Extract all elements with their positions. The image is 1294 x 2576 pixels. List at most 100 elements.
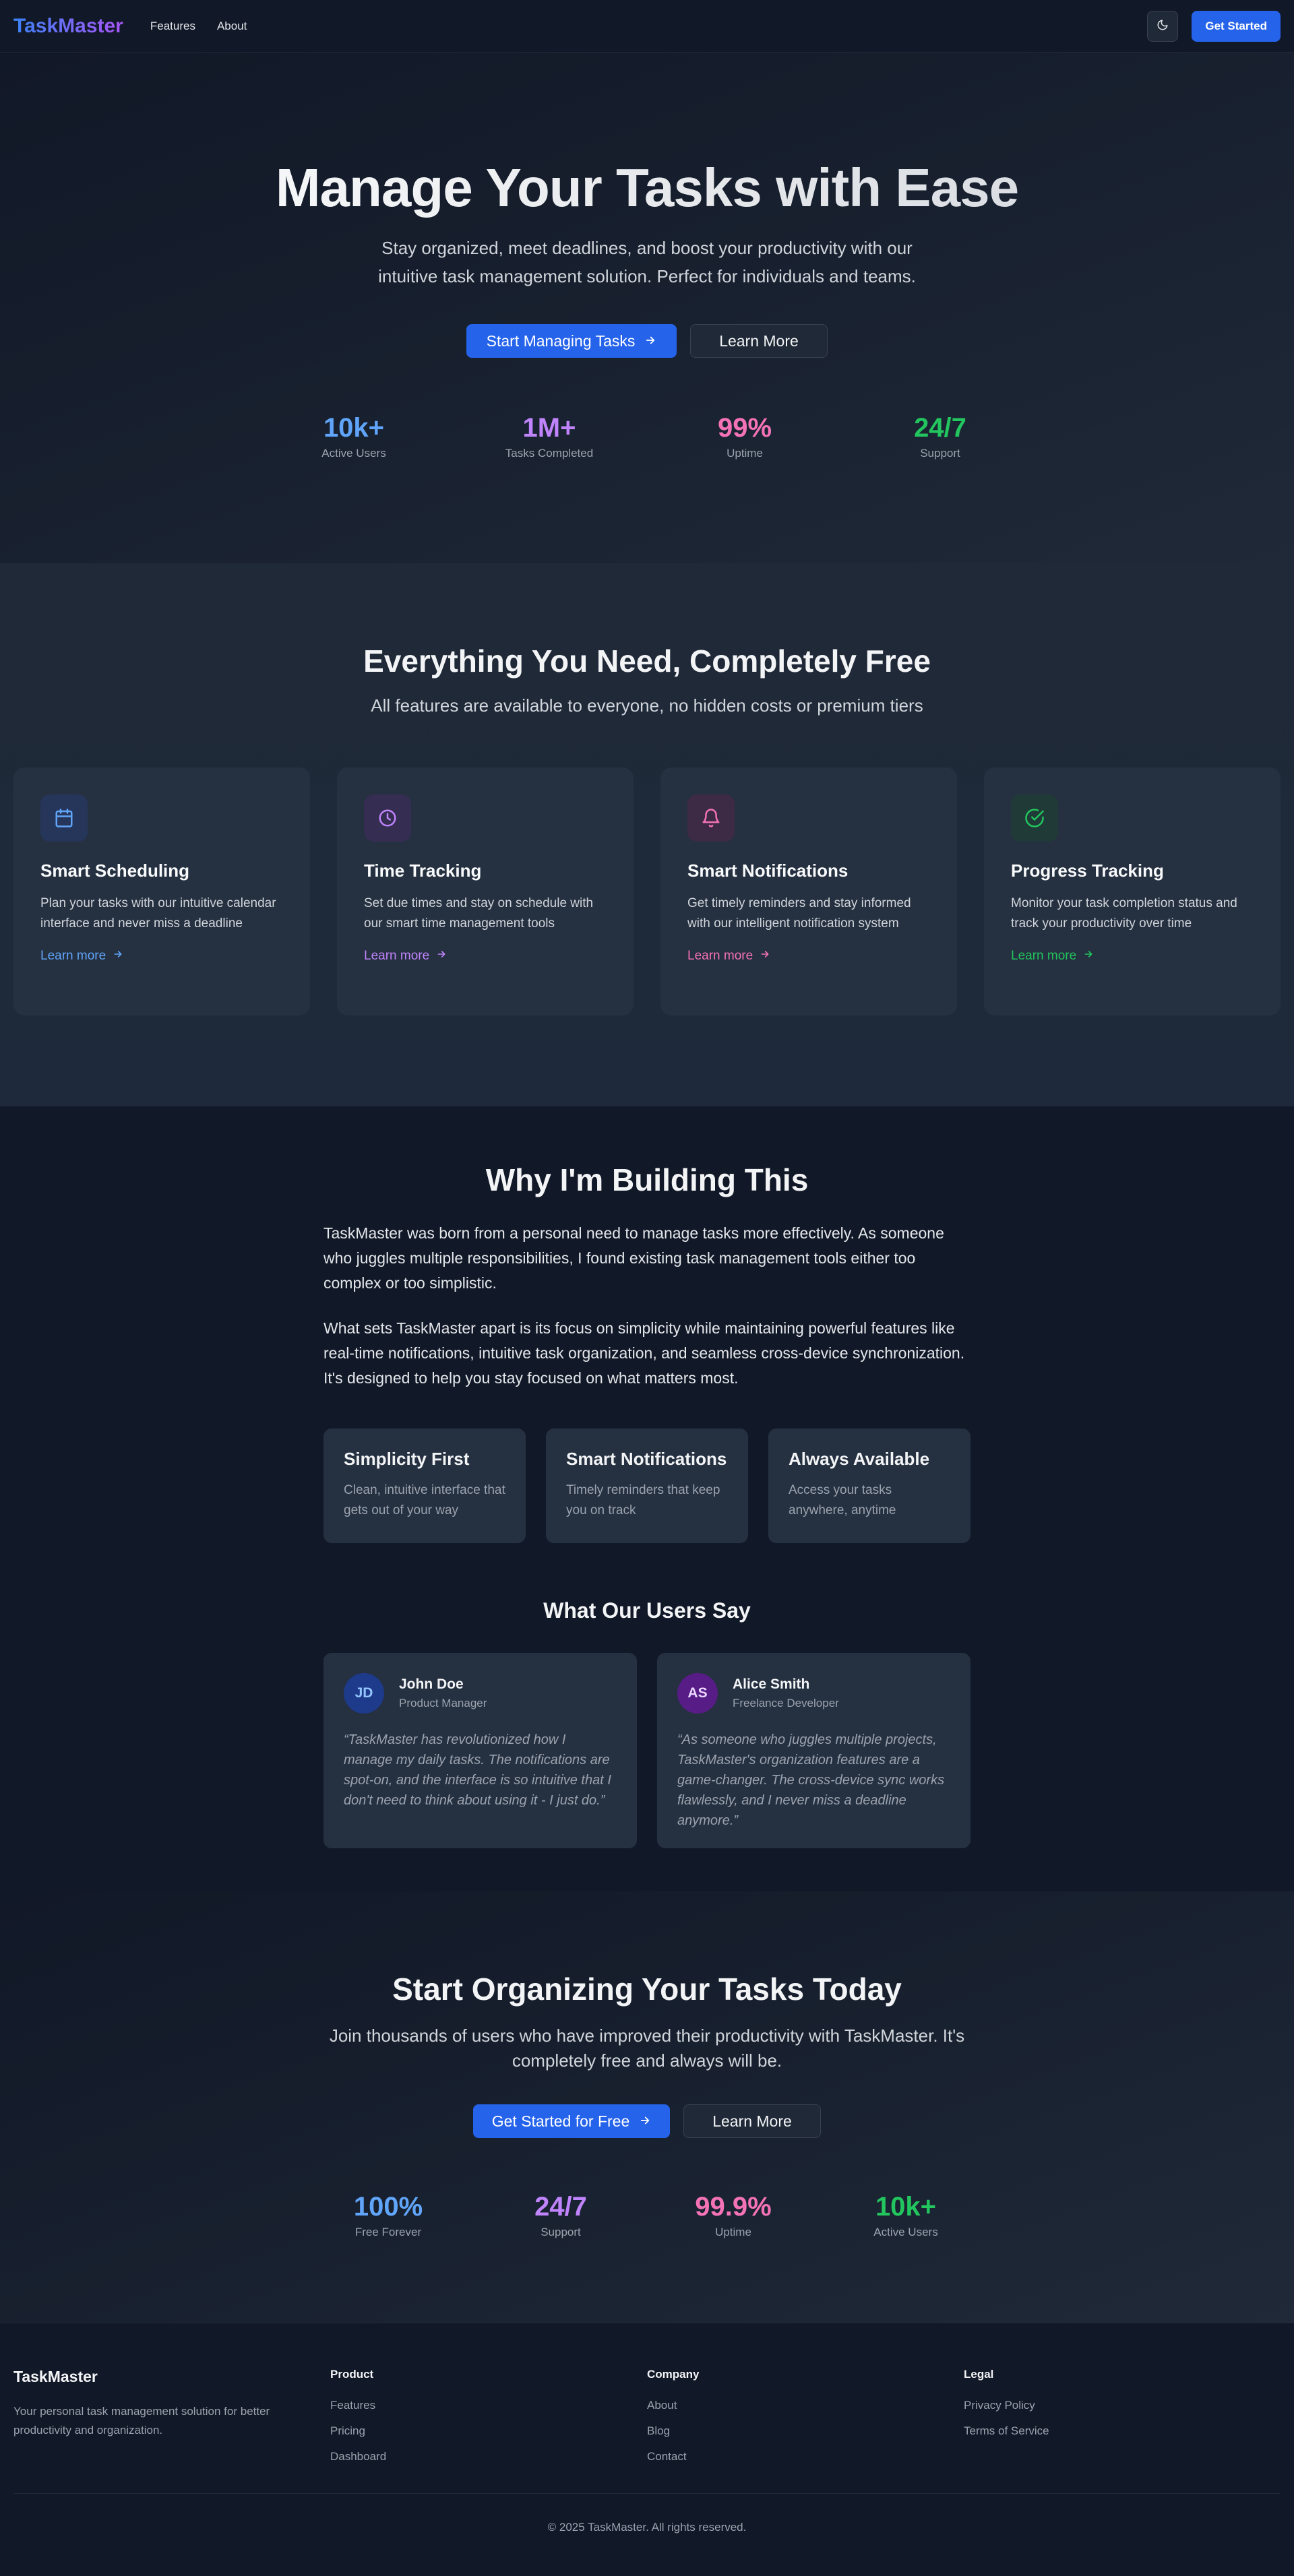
- stat-label: Active Users: [873, 2226, 938, 2238]
- cta-buttons: Get Started for Free Learn More: [0, 2104, 1294, 2138]
- author-name: Alice Smith: [733, 1676, 810, 1692]
- check-circle-icon: [1011, 794, 1058, 842]
- stat-support: 24/7 Support: [474, 2192, 647, 2239]
- about-paragraph: TaskMaster was born from a personal need…: [324, 1224, 944, 1292]
- footer-link-about[interactable]: About: [647, 2399, 964, 2412]
- stat-active-users: 10k+ Active Users: [820, 2192, 992, 2239]
- testimonials-title: What Our Users Say: [543, 1598, 751, 1623]
- stat-value: 100%: [353, 2192, 423, 2222]
- footer-brand: TaskMaster: [13, 2368, 98, 2385]
- stat-uptime: 99.9% Uptime: [647, 2192, 820, 2239]
- feature-title: Smart Notifications: [687, 860, 849, 881]
- nav-link-about[interactable]: About: [217, 20, 247, 33]
- pillar-cards: Simplicity First Clean, intuitive interf…: [324, 1428, 970, 1543]
- testimonial-quote: “As someone who juggles multiple project…: [677, 1732, 945, 1828]
- about-section: Why I'm Building This TaskMaster was bor…: [0, 1106, 1294, 1891]
- footer-divider: [13, 2493, 1281, 2494]
- footer-link-blog[interactable]: Blog: [647, 2424, 964, 2438]
- feature-text: Get timely reminders and stay informed w…: [687, 896, 911, 931]
- stat-tasks-completed: 1M+ Tasks Completed: [452, 413, 647, 460]
- stat-value: 10k+: [875, 2192, 937, 2222]
- stat-label: Active Users: [321, 447, 386, 460]
- cta-stats: 100% Free Forever 24/7 Support 99.9% Upt…: [0, 2192, 1294, 2239]
- feature-cards: Smart Scheduling Plan your tasks with ou…: [0, 767, 1294, 1015]
- hero-stats: 10k+ Active Users 1M+ Tasks Completed 99…: [0, 413, 1294, 460]
- learn-more-label: Learn more: [687, 949, 753, 963]
- footer-link-contact[interactable]: Contact: [647, 2450, 964, 2463]
- pillar-card: Smart Notifications Timely reminders tha…: [546, 1428, 748, 1543]
- stat-value: 24/7: [914, 413, 966, 443]
- cta-title: Start Organizing Your Tasks Today: [392, 1972, 902, 2007]
- learn-more-label: Learn more: [40, 949, 106, 963]
- clock-icon: [364, 794, 411, 842]
- footer-link-terms-of-service[interactable]: Terms of Service: [964, 2424, 1281, 2438]
- nav-links: Features About: [150, 20, 247, 33]
- avatar: AS: [677, 1673, 718, 1714]
- stat-active-users: 10k+ Active Users: [256, 413, 452, 460]
- pillar-text: Clean, intuitive interface that gets out…: [344, 1483, 505, 1517]
- testimonial-card: JD John Doe Product Manager “TaskMaster …: [324, 1653, 637, 1848]
- feature-card-progress-tracking: Progress Tracking Monitor your task comp…: [984, 767, 1281, 1015]
- footer-column-legal: Legal Privacy Policy Terms of Service: [964, 2368, 1281, 2476]
- footer-column-title: Product: [330, 2368, 374, 2381]
- footer-link-privacy-policy[interactable]: Privacy Policy: [964, 2399, 1281, 2412]
- learn-more-label: Learn more: [1011, 949, 1077, 963]
- learn-more-button[interactable]: Learn More: [683, 2104, 821, 2138]
- pillar-text: Timely reminders that keep you on track: [566, 1483, 720, 1517]
- footer-columns: TaskMaster Your personal task management…: [13, 2368, 1281, 2476]
- feature-text: Set due times and stay on schedule with …: [364, 896, 594, 931]
- features-subtitle: All features are available to everyone, …: [371, 695, 923, 716]
- learn-more-link[interactable]: Learn more: [687, 949, 770, 964]
- testimonial-author: JD John Doe Product Manager: [344, 1673, 617, 1714]
- pillar-title: Smart Notifications: [566, 1449, 727, 1469]
- get-started-free-button[interactable]: Get Started for Free: [473, 2104, 670, 2138]
- nav-actions: Get Started: [1147, 10, 1281, 42]
- get-started-button[interactable]: Get Started: [1192, 10, 1281, 42]
- stat-value: 24/7: [534, 2192, 587, 2222]
- brand-logo[interactable]: TaskMaster: [13, 15, 123, 38]
- learn-more-link[interactable]: Learn more: [1011, 949, 1094, 964]
- footer-link-dashboard[interactable]: Dashboard: [330, 2450, 647, 2463]
- learn-more-link[interactable]: Learn more: [40, 949, 123, 964]
- testimonial-card: AS Alice Smith Freelance Developer “As s…: [657, 1653, 970, 1848]
- pillar-card: Simplicity First Clean, intuitive interf…: [324, 1428, 526, 1543]
- footer: TaskMaster Your personal task management…: [0, 2323, 1294, 2576]
- moon-icon: [1157, 19, 1169, 33]
- stat-label: Tasks Completed: [505, 447, 594, 460]
- stat-value: 10k+: [323, 413, 385, 443]
- learn-more-button[interactable]: Learn More: [690, 324, 828, 358]
- feature-card-smart-notifications: Smart Notifications Get timely reminders…: [660, 767, 957, 1015]
- arrow-right-icon: [1083, 949, 1094, 964]
- footer-link-pricing[interactable]: Pricing: [330, 2424, 647, 2438]
- author-name: John Doe: [399, 1676, 464, 1692]
- stat-uptime: 99% Uptime: [647, 413, 842, 460]
- stat-label: Uptime: [727, 447, 763, 460]
- author-role: Product Manager: [399, 1697, 487, 1709]
- nav-link-features[interactable]: Features: [150, 20, 195, 33]
- top-navbar: TaskMaster Features About Get Started: [0, 0, 1294, 53]
- arrow-right-icon: [436, 949, 447, 964]
- start-managing-tasks-button[interactable]: Start Managing Tasks: [466, 324, 677, 358]
- footer-column-title: Legal: [964, 2368, 994, 2381]
- stat-label: Support: [920, 447, 960, 460]
- stat-value: 1M+: [522, 413, 576, 443]
- arrow-right-icon: [113, 949, 123, 964]
- stat-value: 99%: [717, 413, 772, 443]
- arrow-right-icon: [644, 332, 656, 350]
- cta-subtitle: Join thousands of users who have improve…: [329, 2025, 965, 2071]
- stat-label: Support: [541, 2226, 581, 2238]
- theme-toggle-button[interactable]: [1147, 10, 1179, 42]
- testimonial-cards: JD John Doe Product Manager “TaskMaster …: [324, 1653, 970, 1848]
- footer-link-features[interactable]: Features: [330, 2399, 647, 2412]
- author-role: Freelance Developer: [733, 1697, 839, 1709]
- hero-section: Manage Your Tasks with Ease Stay organiz…: [0, 53, 1294, 563]
- feature-text: Plan your tasks with our intuitive calen…: [40, 896, 276, 931]
- footer-column-product: Product Features Pricing Dashboard: [330, 2368, 647, 2476]
- avatar: JD: [344, 1673, 384, 1714]
- copyright: © 2025 TaskMaster. All rights reserved.: [547, 2521, 747, 2534]
- stat-label: Uptime: [715, 2226, 751, 2238]
- feature-title: Time Tracking: [364, 860, 482, 881]
- cta-section: Start Organizing Your Tasks Today Join t…: [0, 1891, 1294, 2323]
- learn-more-label: Learn more: [364, 949, 430, 963]
- learn-more-link[interactable]: Learn more: [364, 949, 447, 964]
